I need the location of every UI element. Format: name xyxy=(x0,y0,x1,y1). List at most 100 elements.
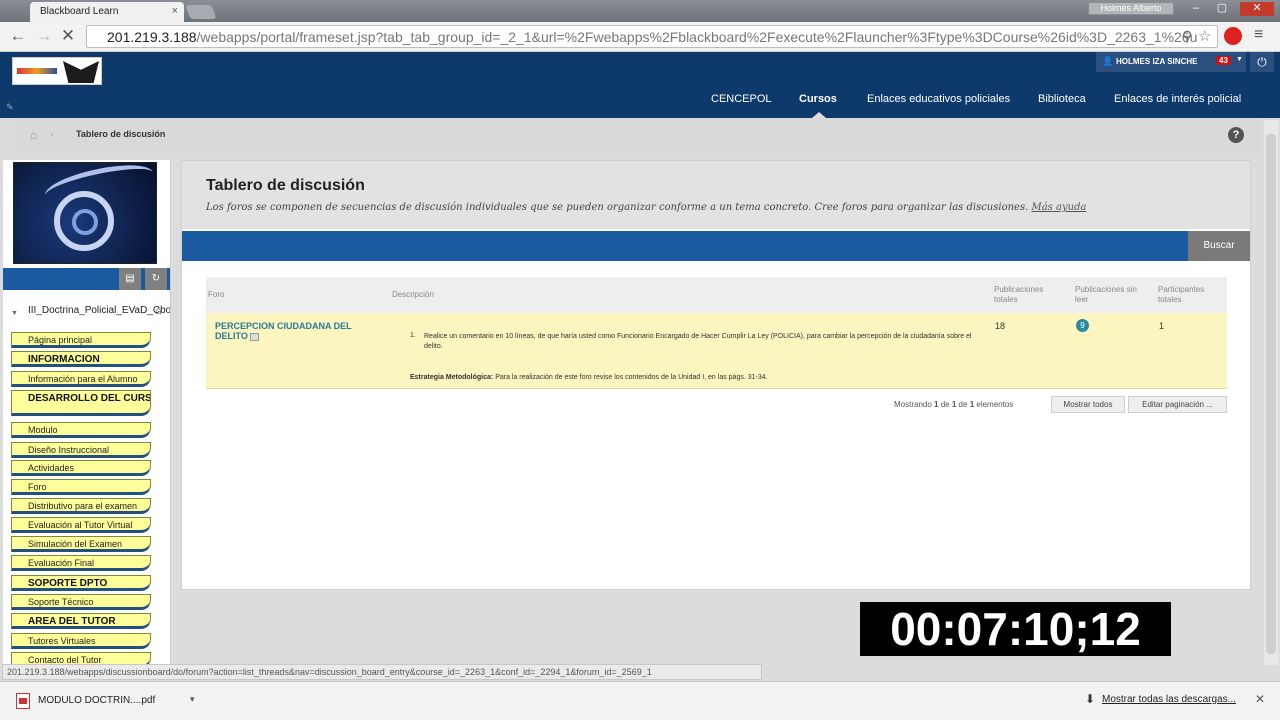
scrollbar-thumb[interactable] xyxy=(1266,134,1276,654)
unread-posts-badge[interactable]: 9 xyxy=(1076,319,1089,332)
more-help-link[interactable]: Más ayuda xyxy=(1031,202,1086,213)
menu-header-1[interactable]: INFORMACION xyxy=(11,351,151,367)
discussion-board-panel: Tablero de discusión Los foros se compon… xyxy=(181,160,1251,590)
minimize-icon[interactable]: – xyxy=(1184,2,1208,16)
forum-options-icon[interactable] xyxy=(249,332,259,341)
col-header-participants[interactable]: Participantes totales xyxy=(1158,285,1224,305)
extension-icon[interactable] xyxy=(1224,27,1242,45)
logout-power-icon[interactable]: ⏻ xyxy=(1250,52,1274,72)
menu-item-9[interactable]: Evaluación al Tutor Virtual xyxy=(11,517,151,533)
page-title: Tablero de discusión xyxy=(206,177,365,194)
edit-pencil-icon[interactable]: ✎ xyxy=(6,102,14,113)
nav-biblioteca[interactable]: Biblioteca xyxy=(1038,93,1086,105)
menu-item-10[interactable]: Simulación del Examen xyxy=(11,536,151,552)
menu-header-14[interactable]: AREA DEL TUTOR xyxy=(11,613,151,629)
chevron-down-icon: ▼ xyxy=(1236,56,1243,63)
collapse-triangle-icon[interactable]: ▼ xyxy=(11,308,18,319)
description-item-number: 1. xyxy=(410,332,416,339)
menu-item-5[interactable]: Diseño Instruccional xyxy=(11,442,151,458)
menu-header-3[interactable]: DESARROLLO DEL CURSO xyxy=(11,390,151,416)
maximize-icon[interactable]: ▢ xyxy=(1210,2,1234,16)
show-all-button[interactable]: Mostrar todos xyxy=(1051,396,1125,413)
col-header-total-posts[interactable]: Publicaciones totales xyxy=(994,285,1060,305)
col-header-forum[interactable]: Foro xyxy=(208,290,224,300)
forum-strategy: Estrategia Metodológica: Para la realiza… xyxy=(410,374,768,381)
participants-count: 1 xyxy=(1159,321,1165,331)
forum-description: Realice un comentario en 10 líneas, de q… xyxy=(424,333,972,350)
col-header-description[interactable]: Descripción xyxy=(392,290,434,300)
menu-header-12[interactable]: SOPORTE DPTO xyxy=(11,575,151,591)
url-host: 201.219.3.188 xyxy=(107,29,197,45)
refresh-icon[interactable]: ↻ xyxy=(145,268,167,290)
menu-item-7[interactable]: Foro xyxy=(11,479,151,495)
pdf-file-icon xyxy=(16,693,30,709)
table-row: PERCEPCION CIUDADANA DEL DELITO 1. Reali… xyxy=(206,313,1227,389)
col-header-unread-posts[interactable]: Publicaciones sin leer xyxy=(1075,285,1151,305)
new-tab-button[interactable] xyxy=(185,5,217,19)
browser-toolbar: ← → ✕ 201.219.3.188/webapps/portal/frame… xyxy=(0,22,1280,52)
page-header: Tablero de discusión Los foros se compon… xyxy=(182,161,1250,229)
menu-item-11[interactable]: Evaluación Final xyxy=(11,555,151,571)
paging-summary: Mostrando 1 de 1 de 1 elementos xyxy=(894,400,1014,409)
status-bar-url: 201.219.3.188/webapps/discussionboard/do… xyxy=(2,664,762,680)
tab-title: Blackboard Learn xyxy=(40,6,119,17)
course-home-icon[interactable]: ⌂ xyxy=(155,305,162,317)
user-name: HOLMES IZA SINCHE xyxy=(1116,57,1198,66)
forum-link[interactable]: PERCEPCION CIUDADANA DEL DELITO xyxy=(215,321,375,341)
action-bar xyxy=(182,231,1250,261)
menu-item-13[interactable]: Soporte Técnico xyxy=(11,594,151,610)
user-menu[interactable]: 👤 HOLMES IZA SINCHE 43 ▼ xyxy=(1096,52,1246,72)
video-timecode-overlay: 00:07:10;12 xyxy=(860,602,1171,656)
close-window-icon[interactable]: ✕ xyxy=(1240,2,1274,16)
course-menu-toolbar: ▤ ↻ xyxy=(3,268,170,290)
breadcrumb-current: Tablero de discusión xyxy=(76,129,166,139)
help-icon[interactable]: ? xyxy=(1228,127,1244,143)
menu-item-0[interactable]: Página principal xyxy=(11,332,151,348)
download-file-name: MODULO DOCTRIN....pdf xyxy=(38,695,156,706)
course-title[interactable]: ▼ III_Doctrina_Policial_EVaD_Cbos_2015_A xyxy=(11,305,170,319)
show-all-downloads-link[interactable]: Mostrar todas las descargas... xyxy=(1102,694,1236,705)
downloads-bar: MODULO DOCTRIN....pdf ▾ ⬇ Mostrar todas … xyxy=(0,681,1280,720)
menu-item-15[interactable]: Tutores Virtuales xyxy=(11,633,151,649)
window-user-badge[interactable]: Holmes Alberto xyxy=(1088,2,1174,15)
menu-item-8[interactable]: Distributivo para el examen xyxy=(11,498,151,514)
page-scrollbar[interactable] xyxy=(1264,120,1278,665)
browser-tab[interactable]: Blackboard Learn × xyxy=(30,2,184,22)
breadcrumb-separator-icon: › xyxy=(50,129,53,139)
search-button[interactable]: Buscar xyxy=(1188,231,1250,261)
forward-icon[interactable]: → xyxy=(34,27,54,45)
notification-badge: 43 xyxy=(1216,56,1231,65)
menu-icon[interactable]: ≡ xyxy=(1254,26,1263,44)
close-downloads-icon[interactable]: ✕ xyxy=(1255,692,1265,706)
edit-paging-button[interactable]: Editar paginación ... xyxy=(1128,396,1227,413)
search-icon[interactable]: ⚲ xyxy=(1182,28,1192,45)
browser-tab-strip: Blackboard Learn × Holmes Alberto – ▢ ✕ xyxy=(0,0,1280,22)
nav-enlaces-interes[interactable]: Enlaces de interés policial xyxy=(1114,93,1241,105)
forum-table-header: Foro Descripción Publicaciones totales P… xyxy=(206,277,1227,313)
total-posts-count: 18 xyxy=(995,321,1006,331)
menu-item-2[interactable]: Información para el Alumno xyxy=(11,371,151,387)
stop-loading-icon[interactable]: ✕ xyxy=(58,27,78,45)
url-path: /webapps/portal/frameset.jsp?tab_tab_gro… xyxy=(196,29,1198,45)
nav-cursos[interactable]: Cursos xyxy=(799,93,837,105)
nav-enlaces-educativos[interactable]: Enlaces educativos policiales xyxy=(867,93,1010,105)
user-icon: 👤 xyxy=(1102,56,1114,66)
address-bar[interactable]: 201.219.3.188/webapps/portal/frameset.js… xyxy=(86,25,1218,48)
bookmark-star-icon[interactable]: ☆ xyxy=(1198,27,1211,45)
download-options-icon[interactable]: ▾ xyxy=(190,694,195,705)
institution-logo[interactable] xyxy=(12,57,102,85)
tab-close-icon[interactable]: × xyxy=(172,5,178,17)
nav-cencepol[interactable]: CENCEPOL xyxy=(711,93,772,105)
course-menu: ▤ ↻ ▼ III_Doctrina_Policial_EVaD_Cbos_20… xyxy=(3,160,171,665)
breadcrumb: ⌂ › Tablero de discusión ? xyxy=(16,118,1262,152)
download-item[interactable]: MODULO DOCTRIN....pdf xyxy=(8,688,208,714)
page-description: Los foros se componen de secuencias de d… xyxy=(206,202,1087,213)
back-icon[interactable]: ← xyxy=(8,27,28,45)
folder-view-icon[interactable]: ▤ xyxy=(119,268,141,290)
menu-item-4[interactable]: Modulo xyxy=(11,422,151,438)
site-header: ✎ 👤 HOLMES IZA SINCHE 43 ▼ ⏻ CENCEPOL Cu… xyxy=(0,52,1280,118)
home-icon[interactable]: ⌂ xyxy=(30,128,37,142)
menu-item-6[interactable]: Actividades xyxy=(11,460,151,476)
course-banner-image xyxy=(13,160,157,264)
download-arrow-icon: ⬇ xyxy=(1085,692,1096,706)
